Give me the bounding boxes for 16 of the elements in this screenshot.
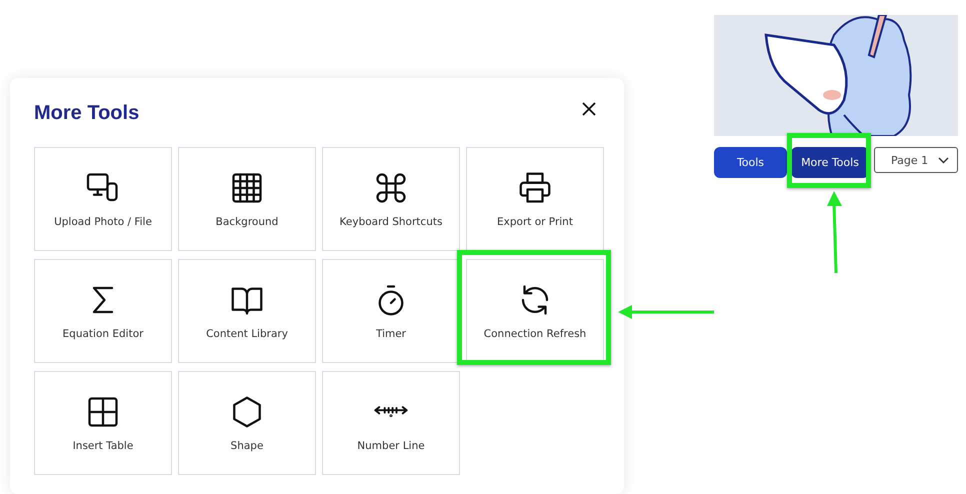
tool-tile[interactable]: Number Line bbox=[322, 371, 460, 475]
page-dropdown[interactable]: Page 1 bbox=[874, 147, 958, 173]
tool-tile[interactable]: Upload Photo / File bbox=[34, 147, 172, 251]
tool-tile[interactable]: Timer bbox=[322, 259, 460, 363]
tool-tile[interactable]: Keyboard Shortcuts bbox=[322, 147, 460, 251]
number-line-icon bbox=[373, 406, 409, 417]
toolbar-button[interactable]: Tools bbox=[714, 147, 787, 178]
close-button[interactable] bbox=[580, 100, 598, 118]
tool-tile[interactable]: Background bbox=[178, 147, 316, 251]
chevron-down-icon bbox=[938, 156, 949, 164]
tool-tile[interactable]: Content Library bbox=[178, 259, 316, 363]
dialog-title: More Tools bbox=[34, 102, 140, 125]
tool-tile[interactable]: Insert Table bbox=[34, 371, 172, 475]
tool-tile[interactable]: Equation Editor bbox=[34, 259, 172, 363]
tool-tile[interactable]: Shape bbox=[178, 371, 316, 475]
tool-tile[interactable]: Export or Print bbox=[466, 147, 604, 251]
